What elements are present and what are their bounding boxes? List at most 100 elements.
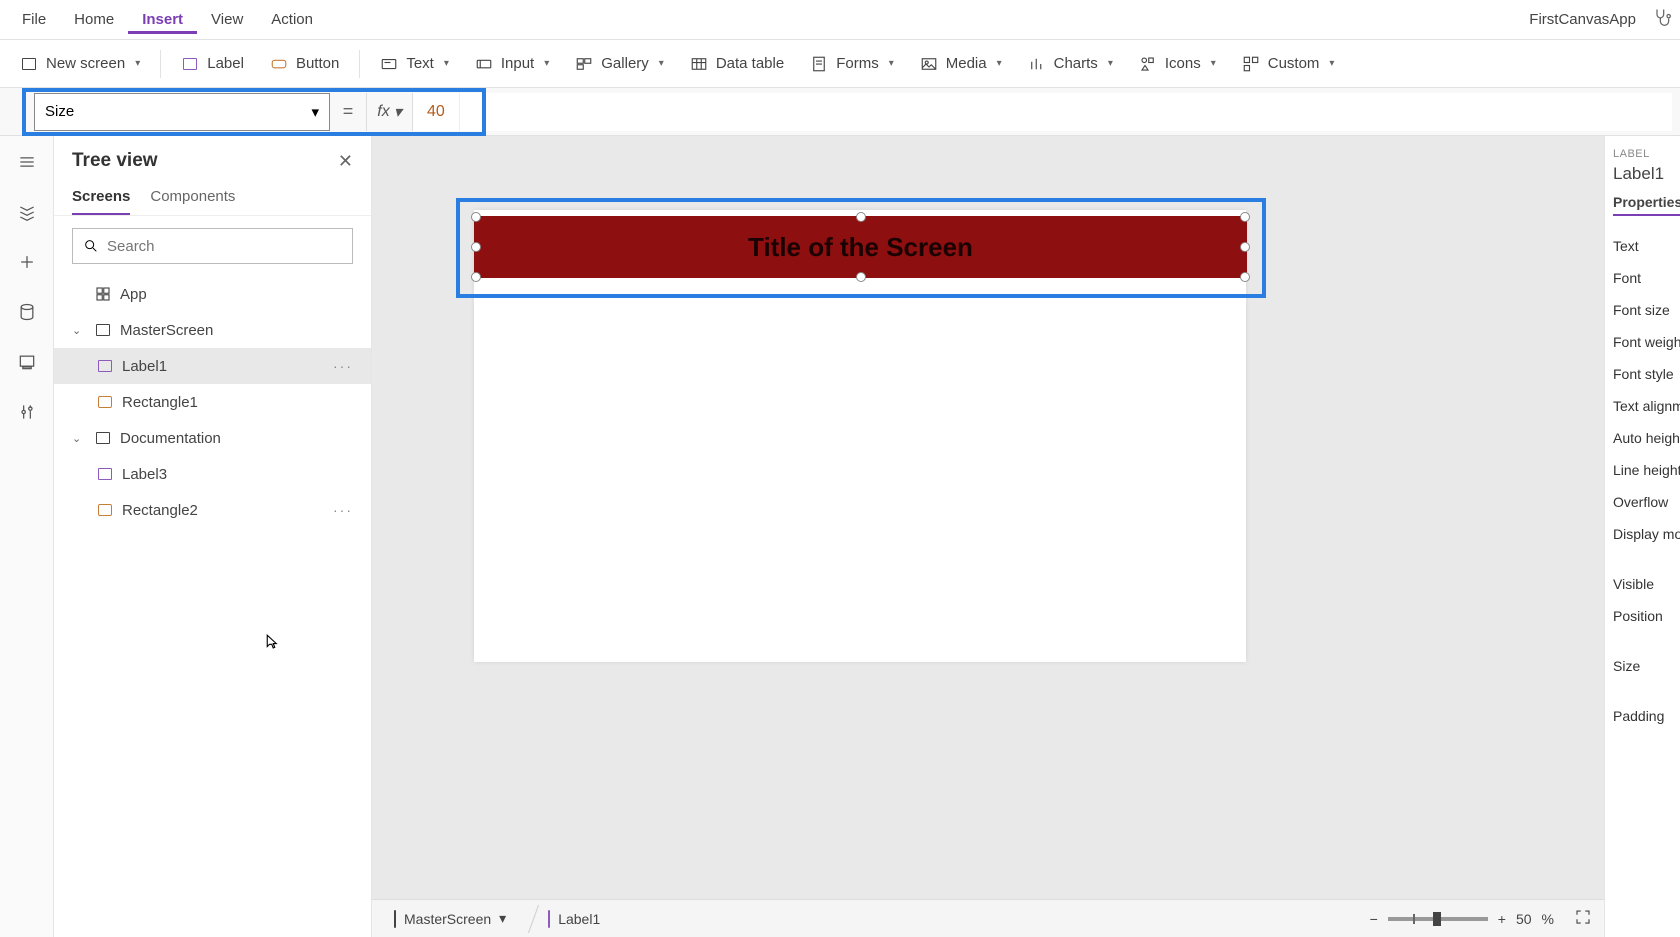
- formula-value[interactable]: 40: [412, 93, 459, 131]
- tab-screens[interactable]: Screens: [72, 180, 130, 215]
- chevron-down-icon: ▾: [1211, 58, 1216, 69]
- chevron-down-icon: ▾: [997, 58, 1002, 69]
- prop-padding[interactable]: Padding: [1613, 700, 1672, 732]
- prop-font-weight[interactable]: Font weight: [1613, 326, 1672, 358]
- chevron-down-icon: ▾: [135, 58, 140, 69]
- tab-components[interactable]: Components: [150, 180, 235, 215]
- input-button[interactable]: Input▾: [463, 49, 561, 79]
- resize-handle[interactable]: [856, 212, 866, 222]
- zoom-slider[interactable]: [1388, 917, 1488, 921]
- resize-handle[interactable]: [471, 212, 481, 222]
- chevron-down-icon: ▾: [444, 58, 449, 69]
- more-options-icon[interactable]: ···: [325, 502, 361, 518]
- prop-overflow[interactable]: Overflow: [1613, 486, 1672, 518]
- data-icon[interactable]: [11, 296, 43, 328]
- prop-line-height[interactable]: Line height: [1613, 454, 1672, 486]
- zoom-out-button[interactable]: −: [1370, 911, 1378, 927]
- insert-plus-icon[interactable]: [11, 246, 43, 278]
- text-button[interactable]: Text▾: [368, 49, 461, 79]
- menu-home[interactable]: Home: [60, 5, 128, 34]
- tree-node-masterscreen[interactable]: ⌄ MasterScreen: [54, 312, 371, 348]
- breadcrumb-element[interactable]: Label1: [538, 911, 610, 927]
- chevron-down-icon: ▾: [1108, 58, 1113, 69]
- zoom-thumb[interactable]: [1433, 912, 1441, 926]
- media-button[interactable]: Media▾: [908, 49, 1014, 79]
- canvas-area[interactable]: Title of the Screen MasterScreen ▾ Label…: [372, 136, 1604, 937]
- menu-file[interactable]: File: [8, 5, 60, 34]
- properties-caption: LABEL: [1613, 148, 1672, 160]
- tree-node-label3[interactable]: Label3: [54, 456, 371, 492]
- advanced-tools-icon[interactable]: [11, 396, 43, 428]
- zoom-in-button[interactable]: +: [1498, 911, 1506, 927]
- custom-icon: [1242, 55, 1260, 73]
- button-button[interactable]: Button: [258, 49, 351, 79]
- equals-sign: =: [330, 101, 366, 122]
- tree-node-app[interactable]: App: [54, 276, 371, 312]
- menu-view[interactable]: View: [197, 5, 257, 34]
- resize-handle[interactable]: [471, 272, 481, 282]
- hamburger-icon[interactable]: [11, 146, 43, 178]
- fx-button[interactable]: fx▾: [366, 93, 412, 131]
- health-check-icon[interactable]: [1652, 7, 1672, 32]
- formula-input[interactable]: [459, 93, 1672, 131]
- more-options-icon[interactable]: ···: [325, 358, 361, 374]
- data-table-button[interactable]: Data table: [678, 49, 796, 79]
- resize-handle[interactable]: [856, 272, 866, 282]
- chevron-down-icon: ▾: [659, 58, 664, 69]
- chevron-down-icon: ▾: [1329, 58, 1334, 69]
- table-icon: [690, 55, 708, 73]
- breadcrumb-screen[interactable]: MasterScreen ▾: [384, 910, 516, 927]
- resize-handle[interactable]: [1240, 242, 1250, 252]
- forms-button[interactable]: Forms▾: [798, 49, 906, 79]
- zoom-unit: %: [1542, 911, 1554, 927]
- properties-element-name: Label1: [1613, 164, 1672, 184]
- prop-font-size[interactable]: Font size: [1613, 294, 1672, 326]
- chevron-down-icon: ▾: [889, 58, 894, 69]
- prop-size[interactable]: Size: [1613, 650, 1672, 682]
- gallery-button[interactable]: Gallery▾: [563, 49, 676, 79]
- button-icon: [270, 55, 288, 73]
- tree-view-title: Tree view: [72, 150, 158, 172]
- gallery-icon: [575, 55, 593, 73]
- breadcrumb-separator: [515, 905, 539, 933]
- menu-action[interactable]: Action: [257, 5, 327, 34]
- prop-font-style[interactable]: Font style: [1613, 358, 1672, 390]
- prop-position[interactable]: Position: [1613, 600, 1672, 632]
- charts-button[interactable]: Charts▾: [1016, 49, 1125, 79]
- prop-text[interactable]: Text: [1613, 230, 1672, 262]
- prop-font[interactable]: Font: [1613, 262, 1672, 294]
- chevron-down-icon: ⌄: [72, 432, 86, 445]
- charts-icon: [1028, 55, 1046, 73]
- label-icon: [96, 357, 114, 375]
- tree-node-rectangle1[interactable]: Rectangle1: [54, 384, 371, 420]
- media-rail-icon[interactable]: [11, 346, 43, 378]
- chevron-down-icon: ▾: [544, 58, 549, 69]
- icons-button[interactable]: Icons▾: [1127, 49, 1228, 79]
- media-icon: [920, 55, 938, 73]
- fit-screen-icon[interactable]: [1574, 908, 1592, 929]
- prop-display-mode[interactable]: Display mode: [1613, 518, 1672, 550]
- app-icon: [94, 285, 112, 303]
- new-screen-icon: [20, 55, 38, 73]
- new-screen-button[interactable]: New screen▾: [8, 49, 152, 79]
- rectangle-icon: [96, 501, 114, 519]
- tab-properties[interactable]: Properties: [1613, 194, 1680, 216]
- custom-button[interactable]: Custom▾: [1230, 49, 1347, 79]
- tree-node-label1[interactable]: Label1 ···: [54, 348, 371, 384]
- prop-auto-height[interactable]: Auto height: [1613, 422, 1672, 454]
- property-dropdown[interactable]: Size ▾: [34, 93, 330, 131]
- prop-text-alignment[interactable]: Text alignment: [1613, 390, 1672, 422]
- search-input[interactable]: [72, 228, 353, 264]
- screen-icon: [394, 911, 396, 927]
- close-icon[interactable]: ✕: [338, 151, 353, 172]
- prop-visible[interactable]: Visible: [1613, 568, 1672, 600]
- resize-handle[interactable]: [471, 242, 481, 252]
- label-button[interactable]: Label: [169, 49, 256, 79]
- tree-node-documentation[interactable]: ⌄ Documentation: [54, 420, 371, 456]
- tree-view-icon[interactable]: [11, 196, 43, 228]
- tree-node-rectangle2[interactable]: Rectangle2 ···: [54, 492, 371, 528]
- menu-insert[interactable]: Insert: [128, 5, 197, 34]
- resize-handle[interactable]: [1240, 272, 1250, 282]
- input-icon: [475, 55, 493, 73]
- resize-handle[interactable]: [1240, 212, 1250, 222]
